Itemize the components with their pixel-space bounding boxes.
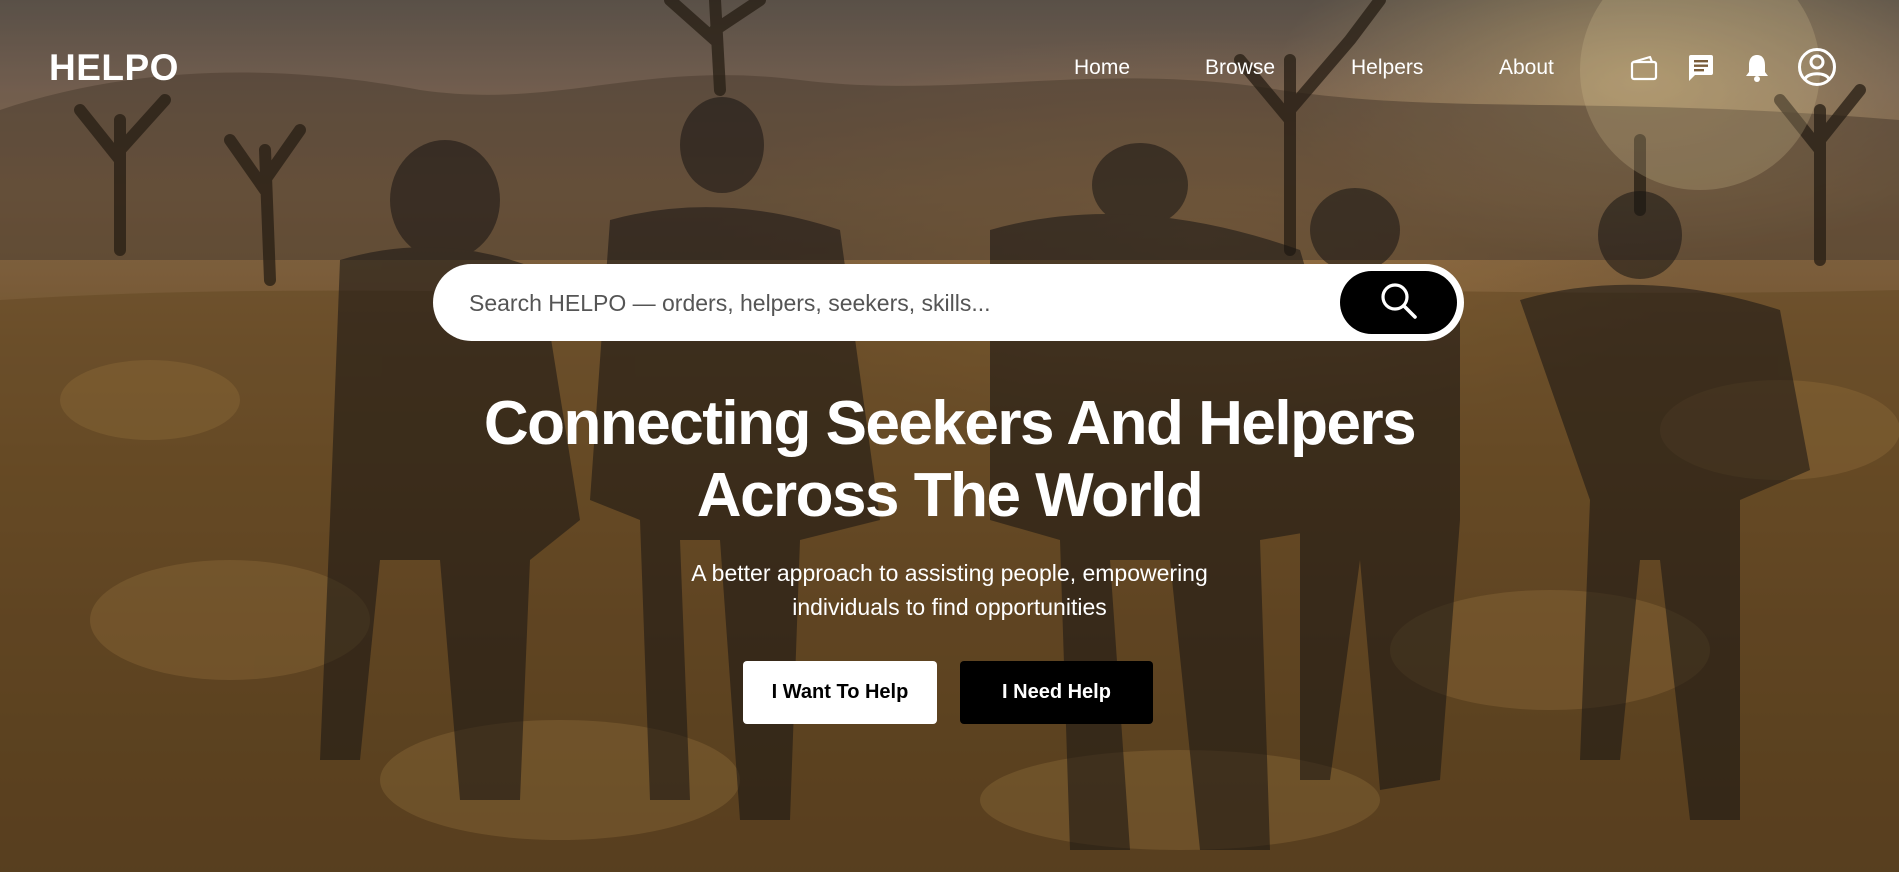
search-input[interactable] bbox=[467, 264, 1351, 343]
nav-link-helpers[interactable]: Helpers bbox=[1351, 56, 1423, 80]
hero-headline: Connecting Seekers And Helpers Across Th… bbox=[0, 388, 1899, 532]
brand-logo[interactable]: HELPO bbox=[49, 47, 179, 89]
hero-headline-line1: Connecting Seekers And Helpers bbox=[483, 389, 1417, 458]
bell-icon[interactable] bbox=[1744, 53, 1770, 83]
search-bar bbox=[433, 264, 1464, 343]
top-navbar: HELPO Home Browse Helpers About bbox=[0, 0, 1899, 136]
search-icon bbox=[1379, 281, 1419, 324]
hero-subtitle-line2: individuals to find opportunities bbox=[792, 594, 1107, 620]
need-help-button[interactable]: I Need Help bbox=[960, 661, 1153, 724]
nav-link-home[interactable]: Home bbox=[1074, 56, 1130, 80]
chat-icon[interactable] bbox=[1687, 54, 1715, 82]
user-circle-icon[interactable] bbox=[1797, 47, 1837, 87]
nav-link-browse[interactable]: Browse bbox=[1205, 56, 1275, 80]
wallet-icon[interactable] bbox=[1630, 55, 1658, 81]
hero-subtitle-line1: A better approach to assisting people, e… bbox=[691, 560, 1208, 586]
nav-link-about[interactable]: About bbox=[1499, 56, 1554, 80]
search-button[interactable] bbox=[1340, 271, 1457, 334]
want-to-help-button[interactable]: I Want To Help bbox=[743, 661, 937, 724]
hero-headline-line2: Across The World bbox=[696, 461, 1204, 530]
hero-subtitle: A better approach to assisting people, e… bbox=[0, 556, 1899, 624]
